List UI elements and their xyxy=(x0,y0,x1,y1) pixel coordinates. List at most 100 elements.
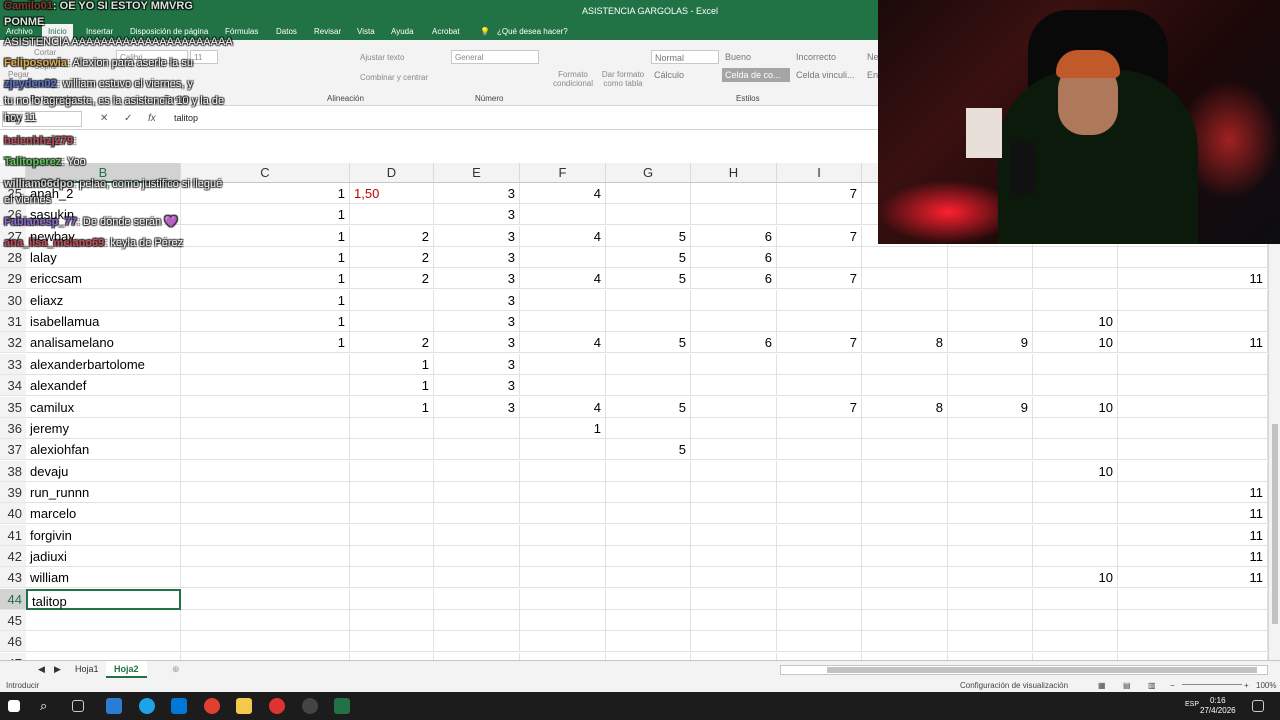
attendance-cell[interactable]: 3 xyxy=(434,247,520,269)
attendance-cell[interactable] xyxy=(350,503,434,525)
attendance-cell[interactable] xyxy=(1118,417,1268,439)
attendance-cell[interactable] xyxy=(520,631,606,653)
attendance-cell[interactable]: 3 xyxy=(434,332,520,354)
attendance-cell[interactable] xyxy=(350,610,434,631)
attendance-cell[interactable]: 5 xyxy=(606,247,691,269)
attendance-cell[interactable] xyxy=(1033,524,1118,546)
attendance-cell[interactable] xyxy=(862,545,948,567)
attendance-cell[interactable] xyxy=(181,588,350,610)
attendance-cell[interactable] xyxy=(1118,631,1268,653)
row-header[interactable]: 27 xyxy=(0,225,26,247)
row-header[interactable]: 25 xyxy=(0,183,26,204)
attendance-cell[interactable] xyxy=(862,481,948,503)
attendance-cell[interactable] xyxy=(606,183,691,204)
attendance-cell[interactable] xyxy=(181,353,350,375)
search-icon[interactable]: ⌕ xyxy=(40,698,56,714)
attendance-cell[interactable] xyxy=(181,524,350,546)
attendance-cell[interactable] xyxy=(520,460,606,482)
attendance-cell[interactable] xyxy=(520,610,606,631)
attendance-cell[interactable] xyxy=(181,503,350,525)
name-box[interactable]: B44 xyxy=(2,111,82,127)
attendance-cell[interactable] xyxy=(691,183,777,204)
attendance-cell[interactable] xyxy=(948,588,1033,610)
attendance-cell[interactable]: 11 xyxy=(1118,332,1268,354)
attendance-cell[interactable] xyxy=(181,375,350,397)
attendance-cell[interactable] xyxy=(606,588,691,610)
attendance-cell[interactable] xyxy=(777,417,862,439)
attendance-cell[interactable] xyxy=(691,610,777,631)
attendance-cell[interactable] xyxy=(1033,588,1118,610)
attendance-cell[interactable] xyxy=(350,481,434,503)
name-cell[interactable]: marcelo xyxy=(26,503,181,525)
tab-ayuda[interactable]: Ayuda xyxy=(391,27,414,36)
clock[interactable]: 0:16 27/4/2026 xyxy=(1200,696,1236,716)
attendance-cell[interactable] xyxy=(350,289,434,311)
attendance-cell[interactable] xyxy=(777,524,862,546)
attendance-cell[interactable] xyxy=(862,524,948,546)
attendance-cell[interactable] xyxy=(948,524,1033,546)
attendance-cell[interactable]: 1 xyxy=(181,183,350,204)
attendance-cell[interactable] xyxy=(606,417,691,439)
attendance-cell[interactable]: 3 xyxy=(434,289,520,311)
zoom-level[interactable]: 100% xyxy=(1256,681,1276,690)
attendance-cell[interactable]: 10 xyxy=(1033,311,1118,333)
attendance-cell[interactable] xyxy=(948,545,1033,567)
merge-center-button[interactable]: Combinar y centrar xyxy=(360,73,428,82)
attendance-cell[interactable] xyxy=(691,204,777,226)
attendance-cell[interactable]: 1 xyxy=(181,247,350,269)
attendance-cell[interactable] xyxy=(181,439,350,461)
attendance-cell[interactable]: 3 xyxy=(434,311,520,333)
task-view-icon[interactable] xyxy=(72,700,84,712)
attendance-cell[interactable] xyxy=(691,588,777,610)
attendance-cell[interactable] xyxy=(777,204,862,226)
select-all-corner[interactable] xyxy=(0,163,26,183)
attendance-cell[interactable] xyxy=(520,439,606,461)
attendance-cell[interactable] xyxy=(948,652,1033,660)
attendance-cell[interactable]: 5 xyxy=(606,332,691,354)
attendance-cell[interactable]: 4 xyxy=(520,183,606,204)
chrome-profile-icon[interactable] xyxy=(269,698,285,714)
attendance-cell[interactable]: 11 xyxy=(1118,503,1268,525)
attendance-cell[interactable] xyxy=(1033,652,1118,660)
attendance-cell[interactable] xyxy=(948,247,1033,269)
attendance-cell[interactable] xyxy=(520,247,606,269)
column-header[interactable]: C xyxy=(181,163,350,183)
attendance-cell[interactable] xyxy=(777,631,862,653)
attendance-cell[interactable] xyxy=(606,610,691,631)
attendance-cell[interactable]: 11 xyxy=(1118,481,1268,503)
column-header[interactable]: G xyxy=(606,163,691,183)
attendance-cell[interactable] xyxy=(777,247,862,269)
name-cell[interactable]: alexanderbartolome xyxy=(26,353,181,375)
attendance-cell[interactable] xyxy=(434,460,520,482)
attendance-cell[interactable] xyxy=(862,311,948,333)
name-cell[interactable] xyxy=(26,652,181,660)
attendance-cell[interactable] xyxy=(1118,353,1268,375)
attendance-cell[interactable]: 3 xyxy=(434,204,520,226)
row-header[interactable]: 39 xyxy=(0,481,26,503)
attendance-cell[interactable]: 5 xyxy=(606,268,691,290)
attendance-cell[interactable] xyxy=(862,460,948,482)
attendance-cell[interactable]: 9 xyxy=(948,396,1033,418)
attendance-cell[interactable] xyxy=(520,588,606,610)
attendance-cell[interactable] xyxy=(862,567,948,589)
row-header[interactable]: 33 xyxy=(0,353,26,375)
page-break-icon[interactable]: ▥ xyxy=(1148,681,1156,690)
name-cell[interactable]: william xyxy=(26,567,181,589)
attendance-cell[interactable]: 10 xyxy=(1033,332,1118,354)
attendance-cell[interactable] xyxy=(1033,268,1118,290)
attendance-cell[interactable]: 11 xyxy=(1118,524,1268,546)
attendance-cell[interactable] xyxy=(691,481,777,503)
attendance-cell[interactable]: 3 xyxy=(434,183,520,204)
obs-icon[interactable] xyxy=(302,698,318,714)
zoom-out-icon[interactable]: − xyxy=(1170,681,1175,690)
attendance-cell[interactable] xyxy=(434,631,520,653)
name-cell[interactable]: talitop xyxy=(26,588,181,610)
name-cell[interactable] xyxy=(26,610,181,631)
attendance-cell[interactable] xyxy=(606,524,691,546)
attendance-cell[interactable] xyxy=(862,353,948,375)
excel-icon[interactable] xyxy=(334,698,350,714)
name-cell[interactable]: run_runnn xyxy=(26,481,181,503)
horizontal-scrollbar[interactable] xyxy=(780,665,1268,675)
tell-me-search[interactable]: ¿Qué desea hacer? xyxy=(497,27,568,36)
attendance-cell[interactable] xyxy=(862,289,948,311)
